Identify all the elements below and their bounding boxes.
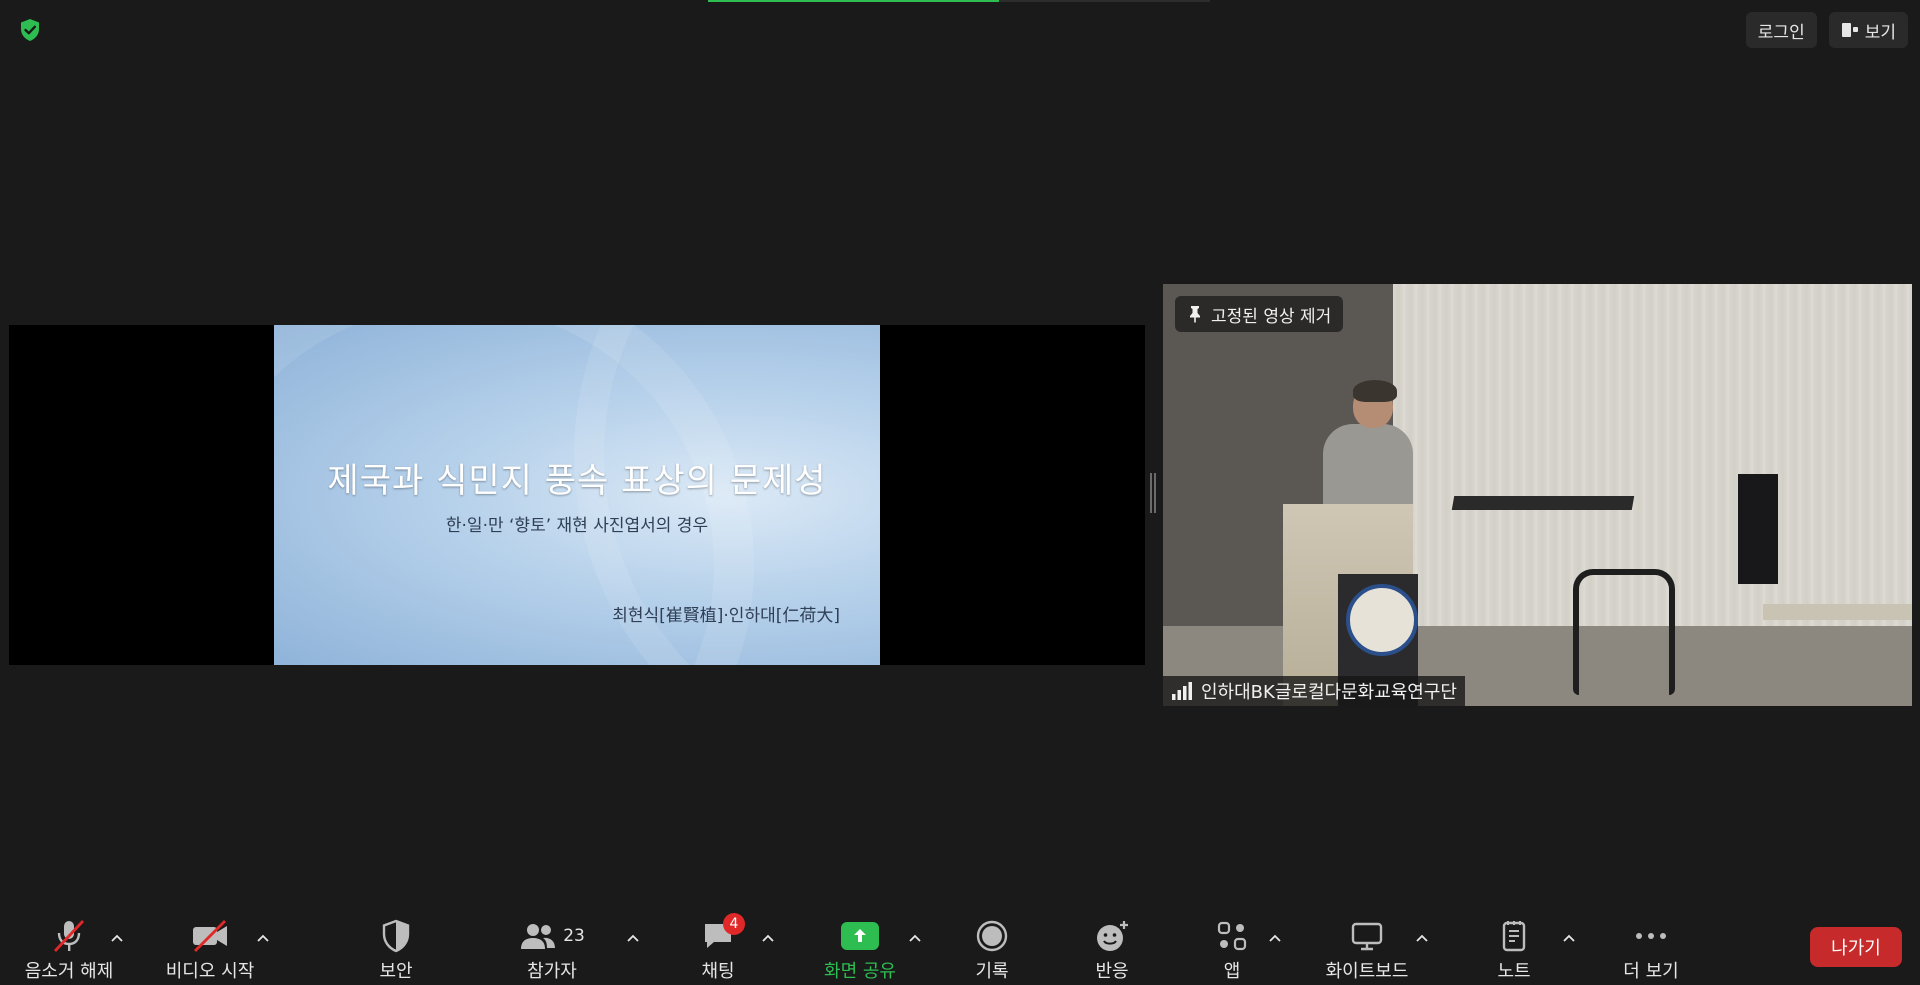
login-button[interactable]: 로그인 [1745, 12, 1817, 48]
university-emblem [1346, 584, 1418, 656]
video-scene-table [1451, 496, 1635, 510]
more-label: 더 보기 [1623, 961, 1679, 982]
start-video-button[interactable]: 비디오 시작 [160, 907, 260, 985]
chevron-up-icon [111, 934, 123, 942]
video-scene-chair [1573, 569, 1675, 695]
leave-meeting-button[interactable]: 나가기 [1810, 927, 1902, 967]
more-button[interactable]: 더 보기 [1620, 907, 1682, 985]
muted-mic-icon [49, 917, 89, 955]
whiteboard-icon [1349, 917, 1385, 955]
view-layout-icon [1841, 23, 1858, 37]
chat-unread-badge: 4 [723, 913, 745, 935]
speaker-hair [1353, 380, 1397, 402]
participants-label: 참가자 [527, 961, 577, 982]
resize-handle-line [1154, 473, 1156, 513]
chevron-up-icon [1563, 934, 1575, 942]
participant-name-label: 인하대BK글로컬다문화교육연구단 [1163, 676, 1465, 706]
pinned-video-tile[interactable]: 고정된 영상 제거 인하대BK글로컬다문화교육연구단 [1163, 284, 1912, 706]
share-screen-label: 화면 공유 [824, 961, 896, 982]
apps-label: 앱 [1223, 961, 1241, 982]
signal-strength-icon [1172, 682, 1192, 700]
notes-options-caret[interactable] [1562, 931, 1576, 945]
resize-handle-line [1150, 473, 1152, 513]
chat-button[interactable]: 4 채팅 [688, 907, 748, 985]
participants-count: 23 [563, 926, 585, 946]
share-icon-wrapper [841, 917, 879, 955]
speaker-body [1323, 424, 1413, 514]
video-scene-monitor [1738, 474, 1778, 584]
slide-author: 최현식[崔賢植]·인하대[仁荷大] [612, 606, 840, 626]
remove-pinned-video-label: 고정된 영상 제거 [1211, 306, 1332, 327]
whiteboard-options-caret[interactable] [1415, 931, 1429, 945]
unmute-button[interactable]: 음소거 해제 [18, 907, 120, 985]
shared-screen[interactable]: 제국과 식민지 풍속 표상의 문제성 한·일·만 ‘향토’ 재현 사진엽서의 경… [9, 325, 1145, 665]
video-off-icon [189, 917, 231, 955]
notes-button[interactable]: 노트 [1488, 907, 1540, 985]
start-video-label: 비디오 시작 [165, 961, 255, 982]
share-options-caret[interactable] [908, 931, 922, 945]
record-label: 기록 [975, 961, 1009, 982]
participants-button[interactable]: 23 참가자 [519, 907, 585, 985]
participants-options-caret[interactable] [626, 931, 640, 945]
chat-label: 채팅 [701, 961, 735, 982]
whiteboard-label: 화이트보드 [1325, 961, 1409, 982]
slide-title: 제국과 식민지 풍속 표상의 문제성 [327, 461, 827, 501]
security-shield-icon [381, 917, 411, 955]
record-icon [975, 917, 1009, 955]
presentation-slide: 제국과 식민지 풍속 표상의 문제성 한·일·만 ‘향토’ 재현 사진엽서의 경… [274, 325, 880, 665]
unmute-label: 음소거 해제 [24, 961, 114, 982]
whiteboard-button[interactable]: 화이트보드 [1320, 907, 1414, 985]
participant-name: 인하대BK글로컬다문화교육연구단 [1201, 682, 1457, 703]
share-screen-button[interactable]: 화면 공유 [815, 907, 905, 985]
record-button[interactable]: 기록 [962, 907, 1022, 985]
loading-progress-bar [708, 0, 1210, 2]
loading-progress-fill [708, 0, 1000, 2]
apps-icon [1216, 917, 1248, 955]
view-button[interactable]: 보기 [1828, 12, 1908, 48]
audio-options-caret[interactable] [110, 931, 124, 945]
security-shield-button[interactable] [14, 14, 46, 46]
share-screen-icon [841, 922, 879, 950]
chat-icon-wrapper: 4 [701, 913, 745, 955]
pin-icon [1190, 306, 1200, 323]
chevron-up-icon [1416, 934, 1428, 942]
split-view-resize-handle[interactable] [1150, 473, 1156, 513]
slide-subtitle: 한·일·만 ‘향토’ 재현 사진엽서의 경우 [445, 516, 709, 536]
chevron-up-icon [762, 934, 774, 942]
reactions-label: 반응 [1095, 961, 1129, 982]
chevron-up-icon [909, 934, 921, 942]
security-button[interactable]: 보안 [364, 907, 428, 985]
reaction-smiley-icon [1094, 917, 1130, 955]
video-scene-desk [1763, 604, 1912, 620]
participants-icon-group: 23 [519, 917, 585, 955]
top-right-controls: 로그인 보기 [1745, 12, 1908, 48]
chevron-up-icon [1269, 934, 1281, 942]
meeting-toolbar: 음소거 해제 비디오 시작 보안 23 참가자 4 채팅 화면 공유 기록 반응… [0, 907, 1920, 985]
reactions-button[interactable]: 반응 [1082, 907, 1142, 985]
chevron-up-icon [627, 934, 639, 942]
chat-options-caret[interactable] [761, 931, 775, 945]
notes-label: 노트 [1497, 961, 1531, 982]
shield-check-icon [21, 19, 39, 41]
apps-button[interactable]: 앱 [1212, 907, 1252, 985]
remove-pinned-video-button[interactable]: 고정된 영상 제거 [1175, 296, 1344, 332]
more-dots-icon [1634, 917, 1668, 955]
security-label: 보안 [379, 961, 413, 982]
people-icon [521, 924, 556, 949]
notes-icon [1499, 917, 1529, 955]
login-button-label: 로그인 [1757, 22, 1805, 42]
view-button-label: 보기 [1864, 22, 1896, 42]
zoom-meeting-window: 로그인 보기 제국과 식민지 풍속 표상의 문제성 한·일·만 ‘향토’ 재현 … [0, 0, 1920, 985]
apps-options-caret[interactable] [1268, 931, 1282, 945]
video-options-caret[interactable] [256, 931, 270, 945]
chevron-up-icon [257, 934, 269, 942]
